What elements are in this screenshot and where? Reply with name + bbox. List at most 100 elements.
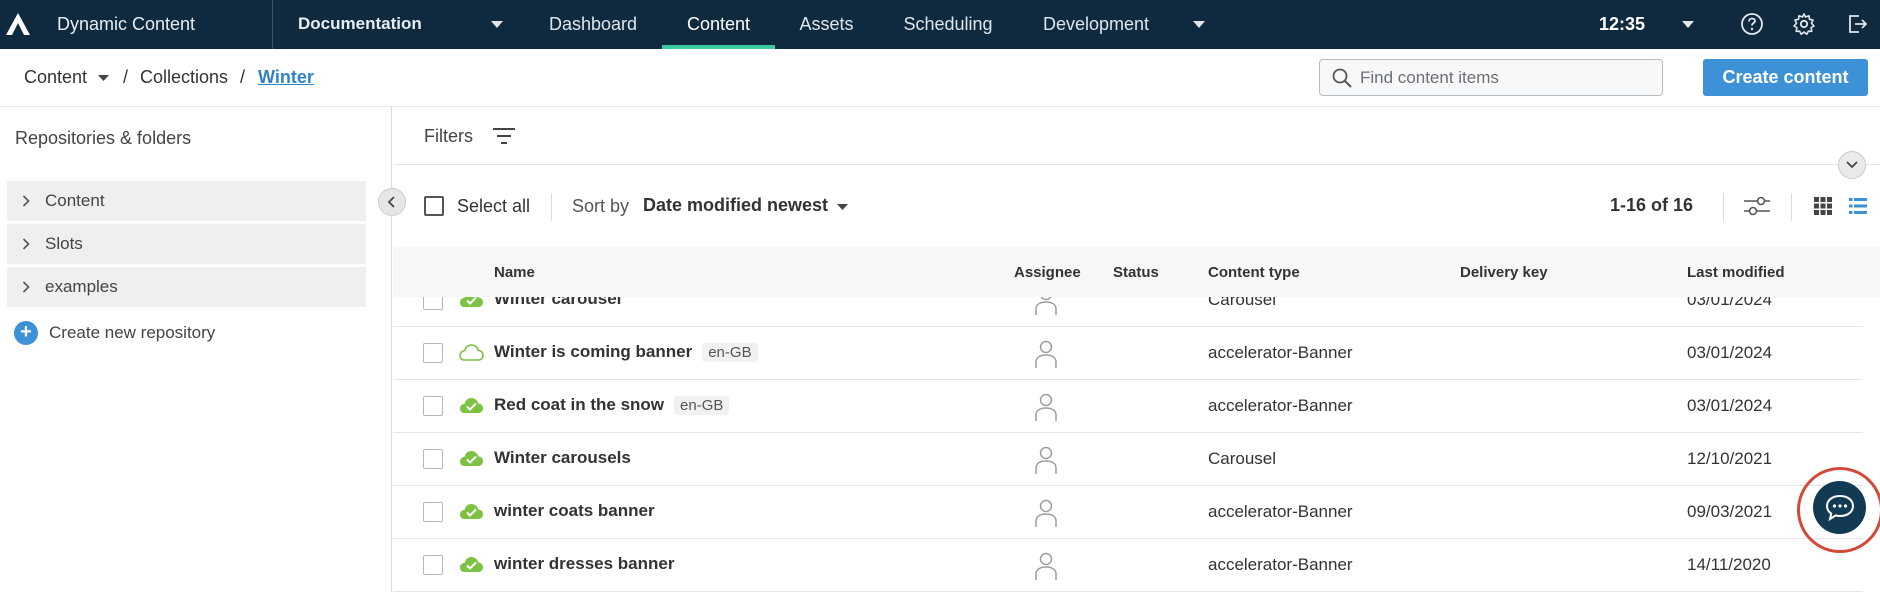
nav-tab-assets[interactable]: Assets — [785, 0, 868, 49]
content-item-name[interactable]: Winter carousels — [494, 448, 631, 468]
nav-tab-label: Dashboard — [548, 14, 638, 34]
list-view-icon[interactable] — [1848, 196, 1868, 216]
nav-tab-development[interactable]: Development — [1034, 0, 1158, 49]
last-modified-cell: 03/01/2024 — [1687, 297, 1773, 309]
column-header-content-type[interactable]: Content type — [1208, 264, 1300, 281]
breadcrumb-content[interactable]: Content — [24, 67, 87, 88]
list-toolbar: Select all Sort by Date modified newest … — [393, 165, 1880, 247]
sidebar-item-label: Content — [45, 191, 105, 210]
clock-display: 12:35 — [1599, 14, 1646, 34]
collapse-sidebar-button[interactable] — [378, 188, 406, 216]
select-all-label[interactable]: Select all — [457, 196, 530, 217]
column-header-status[interactable]: Status — [1113, 264, 1159, 281]
toolbar-divider — [1791, 193, 1792, 221]
content-main-panel: Filters Select all Sort by Date modified… — [393, 107, 1880, 592]
content-type-cell: Carousel — [1208, 297, 1277, 309]
sort-caret-down-icon[interactable] — [836, 203, 849, 211]
table-row[interactable]: Winter carousel Carousel 03/01/2024 — [393, 297, 1863, 327]
item-name-text: winter coats banner — [494, 501, 655, 520]
table-header: Name Assignee Status Content type Delive… — [393, 247, 1880, 297]
chevron-right-icon[interactable] — [22, 281, 30, 293]
content-type-cell: accelerator-Banner — [1208, 396, 1353, 415]
column-header-assignee[interactable]: Assignee — [1014, 264, 1081, 281]
nav-tab-dashboard[interactable]: Dashboard — [530, 0, 656, 49]
toolbar-divider — [551, 193, 552, 221]
row-checkbox[interactable] — [423, 502, 443, 522]
locale-badge: en-GB — [702, 343, 758, 362]
breadcrumb-bar: Content / Collections / Winter Create co… — [0, 49, 1880, 107]
assignee-avatar-icon[interactable] — [1033, 339, 1059, 369]
assignee-avatar-icon[interactable] — [1033, 392, 1059, 422]
hub-selector[interactable]: Documentation — [298, 14, 422, 34]
content-item-name[interactable]: Red coat in the snow en-GB — [494, 395, 730, 415]
last-modified-cell: 14/11/2020 — [1687, 555, 1771, 574]
sidebar-item-slots[interactable]: Slots — [7, 224, 366, 264]
top-navigation-bar: Dynamic Content Documentation Dashboard … — [0, 0, 1880, 49]
more-menu-caret-down-icon[interactable] — [1192, 20, 1206, 29]
breadcrumb-separator: / — [240, 67, 246, 87]
search-box[interactable] — [1319, 59, 1663, 96]
row-checkbox[interactable] — [423, 297, 443, 310]
settings-gear-icon[interactable] — [1792, 12, 1816, 36]
assignee-avatar-icon[interactable] — [1033, 445, 1059, 475]
amplience-logo-icon[interactable] — [5, 12, 31, 36]
search-icon — [1332, 68, 1352, 88]
column-header-delivery-key[interactable]: Delivery key — [1460, 264, 1548, 281]
breadcrumb-collections[interactable]: Collections — [140, 67, 228, 88]
breadcrumb-separator: / — [123, 67, 129, 87]
sort-by-label: Sort by — [572, 196, 630, 216]
nav-tab-label: Scheduling — [903, 14, 993, 34]
filters-bar[interactable]: Filters — [393, 107, 1880, 165]
published-cloud-check-icon — [460, 557, 483, 572]
unpublished-cloud-icon — [459, 344, 484, 361]
table-row[interactable]: winter coats banner accelerator-Banner 09/… — [393, 486, 1863, 539]
grid-view-icon[interactable] — [1813, 196, 1833, 216]
timezone-caret-down-icon[interactable] — [1681, 20, 1695, 29]
sort-dropdown[interactable]: Date modified newest — [643, 195, 828, 216]
published-cloud-check-icon — [460, 504, 483, 519]
last-modified-cell: 12/10/2021 — [1687, 449, 1773, 468]
logout-icon[interactable] — [1845, 12, 1869, 36]
help-icon[interactable] — [1740, 12, 1764, 36]
filters-label[interactable]: Filters — [424, 126, 473, 147]
table-row[interactable]: Red coat in the snow en-GB accelerator-Ban… — [393, 380, 1863, 433]
content-item-name[interactable]: Winter is coming banner en-GB — [494, 342, 758, 362]
nav-tab-scheduling[interactable]: Scheduling — [891, 0, 1005, 49]
row-checkbox[interactable] — [423, 449, 443, 469]
table-row[interactable]: Winter is coming banner en-GB accelerator-… — [393, 327, 1863, 380]
content-type-cell: accelerator-Banner — [1208, 343, 1353, 362]
sidebar-item-label: examples — [45, 277, 118, 296]
select-all-checkbox[interactable] — [424, 196, 444, 216]
row-checkbox[interactable] — [423, 396, 443, 416]
row-checkbox[interactable] — [423, 343, 443, 363]
assignee-avatar-icon[interactable] — [1033, 498, 1059, 528]
results-count: 1-16 of 16 — [1610, 195, 1694, 215]
search-input[interactable] — [1360, 62, 1650, 93]
sidebar-item-content[interactable]: Content — [7, 181, 366, 221]
sidebar-item-examples[interactable]: examples — [7, 267, 366, 307]
column-header-name[interactable]: Name — [494, 264, 535, 281]
row-checkbox[interactable] — [423, 555, 443, 575]
breadcrumb-caret-down-icon[interactable] — [97, 74, 110, 82]
content-item-name[interactable]: winter dresses banner — [494, 554, 674, 574]
chevron-right-icon[interactable] — [22, 195, 30, 207]
content-item-name[interactable]: Winter carousel — [494, 297, 621, 309]
filter-lines-icon[interactable] — [492, 127, 516, 145]
content-item-name[interactable]: winter coats banner — [494, 501, 655, 521]
nav-tab-content[interactable]: Content — [662, 0, 775, 49]
column-header-last-modified[interactable]: Last modified — [1687, 264, 1785, 281]
plus-circle-icon: + — [14, 321, 38, 345]
item-name-text: Winter carousel — [494, 297, 622, 308]
column-settings-sliders-icon[interactable] — [1743, 195, 1771, 217]
create-content-button[interactable]: Create content — [1703, 59, 1868, 96]
chat-button[interactable] — [1813, 481, 1866, 534]
assignee-avatar-icon[interactable] — [1033, 297, 1059, 316]
table-row[interactable]: Winter carousels Carousel 12/10/2021 — [393, 433, 1863, 486]
breadcrumb-current-winter[interactable]: Winter — [258, 67, 314, 88]
chevron-right-icon[interactable] — [22, 238, 30, 250]
toolbar-divider — [1723, 193, 1724, 221]
assignee-avatar-icon[interactable] — [1033, 551, 1059, 581]
header-divider — [272, 0, 273, 49]
table-row[interactable]: winter dresses banner accelerator-Banner 1… — [393, 539, 1863, 592]
hub-caret-down-icon[interactable] — [490, 20, 504, 29]
